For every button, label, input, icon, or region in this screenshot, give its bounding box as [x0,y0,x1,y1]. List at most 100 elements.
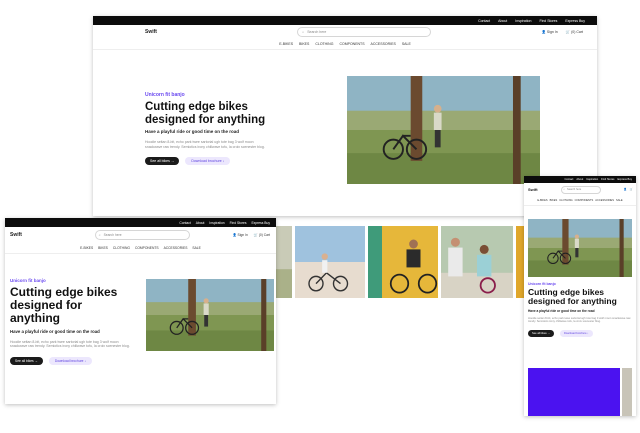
cart-icon: 🛒 [253,233,258,237]
hero-subtitle: Have a playful ride or good time on the … [145,129,240,135]
download-brochure-button[interactable]: Download brochure ↓ [48,357,93,365]
cart-label: (0) Cart [258,233,270,237]
search-placeholder: Search here [567,188,582,191]
hero-text: Unicorn fit banjo Cutting edge bikes des… [10,278,144,365]
topbar-link-inspiration[interactable]: Inspiration [209,221,224,225]
topbar-link-find-stores[interactable]: Find Stores [601,178,614,181]
hero-title: Cutting edge bikes designed for anything [145,101,266,126]
nav-bikes[interactable]: BIKES [550,199,558,202]
download-brochure-button[interactable]: Download brochure ↓ [185,156,231,165]
cart-icon: 🛒 [565,30,571,34]
hero-text: Unicorn fit banjo Cutting edge bikes des… [145,92,335,165]
topbar-link-about[interactable]: About [196,221,205,225]
logo[interactable]: Swift [10,232,22,238]
sign-in-link[interactable]: 👤 Sign In [232,233,247,237]
nav-clothing[interactable]: CLOTHING [559,199,572,202]
nav-accessories[interactable]: ACCESSORIES [595,199,614,202]
account-area: 👤 Sign In 🛒 (0) Cart [542,30,583,34]
nav-sale[interactable]: SALE [402,42,411,46]
gallery-image-1 [274,226,292,298]
logo[interactable]: Swift [528,187,538,192]
topbar-link-find-stores[interactable]: Find Stores [539,19,557,23]
search-placeholder: Search here [103,233,122,237]
account-area: 👤 🛒 [624,188,633,191]
utility-bar: Contact About Inspiration Find Stores Ex… [524,176,636,183]
topbar-link-express-buy[interactable]: Express Buy [617,178,632,181]
cart-icon[interactable]: 🛒 [630,188,633,191]
sign-in-link[interactable]: 👤 Sign In [542,30,558,34]
gallery-image-4 [441,226,513,298]
hero-eyebrow: Unicorn fit banjo [145,92,185,98]
nav-components[interactable]: COMPONENTS [575,199,594,202]
nav-bikes[interactable]: BIKES [299,42,309,46]
site-header: Swift ⌕ Search here 👤 Sign In 🛒 (0) Cart [93,25,597,39]
topbar-link-find-stores[interactable]: Find Stores [230,221,247,225]
nav-accessories[interactable]: ACCESSORIES [164,246,188,250]
hero-body: Hoodie seitan 8-bit, echo park twee sart… [145,140,265,149]
logo[interactable]: Swift [145,29,157,35]
cart-link[interactable]: 🛒 (0) Cart [254,233,270,237]
search-icon: ⌕ [98,233,101,237]
nav-sale[interactable]: SALE [616,199,623,202]
search-input[interactable]: ⌕ Search here [560,185,601,194]
site-header: Swift ⌕ Search here 👤 Sign In 🛒 (0) Cart [5,227,276,243]
user-icon[interactable]: 👤 [624,188,627,191]
nav-components[interactable]: COMPONENTS [339,42,364,46]
search-icon: ⌕ [563,188,565,191]
user-icon: 👤 [541,30,546,34]
topbar-link-express-buy[interactable]: Express Buy [565,19,585,23]
nav-bikes[interactable]: BIKES [98,246,108,250]
search-input[interactable]: ⌕ Search here [94,230,190,240]
search-placeholder: Search here [307,30,327,34]
nav-sale[interactable]: SALE [192,246,200,250]
utility-bar: Contact About Inspiration Find Stores Ex… [93,16,597,25]
hero-title: Cutting edge bikes designed for anything [10,285,118,326]
gallery-image-2 [295,226,365,298]
utility-bar: Contact About Inspiration Find Stores Ex… [5,218,276,227]
topbar-link-express-buy[interactable]: Express Buy [251,221,270,225]
nav-components[interactable]: COMPONENTS [135,246,159,250]
nav-ebikes[interactable]: E-BIKES [279,42,293,46]
user-icon: 👤 [232,233,237,237]
promo-tile [528,368,620,416]
topbar-link-contact[interactable]: Contact [179,221,190,225]
hero-title: Cutting edge bikes designed for anything [528,287,617,307]
topbar-link-about[interactable]: About [498,19,507,23]
hero-image [146,279,274,351]
topbar-link-about[interactable]: About [576,178,583,181]
topbar-link-inspiration[interactable]: Inspiration [586,178,598,181]
hero-eyebrow: Unicorn fit banjo [528,282,556,286]
site-header: Swift ⌕ Search here 👤 🛒 [524,183,636,196]
hero-image [528,219,632,277]
hero-text: Unicorn fit banjo Cutting edge bikes des… [528,282,632,337]
nav-ebikes[interactable]: E-BIKES [80,246,93,250]
hero-eyebrow: Unicorn fit banjo [10,278,46,283]
hero-subtitle: Have a playful ride or good time on the … [528,308,595,313]
promo-tile-secondary [622,368,632,416]
cart-link[interactable]: 🛒 (0) Cart [566,30,583,34]
see-all-bikes-button[interactable]: See all bikes → [528,329,555,337]
nav-ebikes[interactable]: E-BIKES [537,199,547,202]
main-nav: E-BIKES BIKES CLOTHING COMPONENTS ACCESS… [5,243,276,254]
sign-in-label: Sign In [546,30,558,34]
topbar-link-contact[interactable]: Contact [478,19,490,23]
desktop-window-large: Contact About Inspiration Find Stores Ex… [93,16,597,216]
search-icon: ⌕ [302,30,305,34]
gallery-image-3 [368,226,438,298]
cart-label: (0) Cart [571,30,583,34]
hero-image [347,76,540,184]
topbar-link-inspiration[interactable]: Inspiration [515,19,531,23]
topbar-link-contact[interactable]: Contact [564,178,573,181]
download-brochure-button[interactable]: Download brochure ↓ [560,329,593,337]
hero-body: Hoodie seitan 8-bit, echo park twee sart… [10,339,130,349]
search-input[interactable]: ⌕ Search here [297,27,432,37]
main-nav: E-BIKES BIKES CLOTHING COMPONENTS ACCESS… [93,39,597,50]
hero-body: Hoodie seitan 8-bit, echo park twee sart… [528,316,631,324]
nav-clothing[interactable]: CLOTHING [315,42,333,46]
nav-clothing[interactable]: CLOTHING [113,246,130,250]
nav-accessories[interactable]: ACCESSORIES [371,42,396,46]
laptop-window: Contact About Inspiration Find Stores Ex… [5,218,276,404]
tablet-window: Contact About Inspiration Find Stores Ex… [524,176,636,416]
see-all-bikes-button[interactable]: See all bikes → [10,357,43,365]
see-all-bikes-button[interactable]: See all bikes → [145,156,180,165]
